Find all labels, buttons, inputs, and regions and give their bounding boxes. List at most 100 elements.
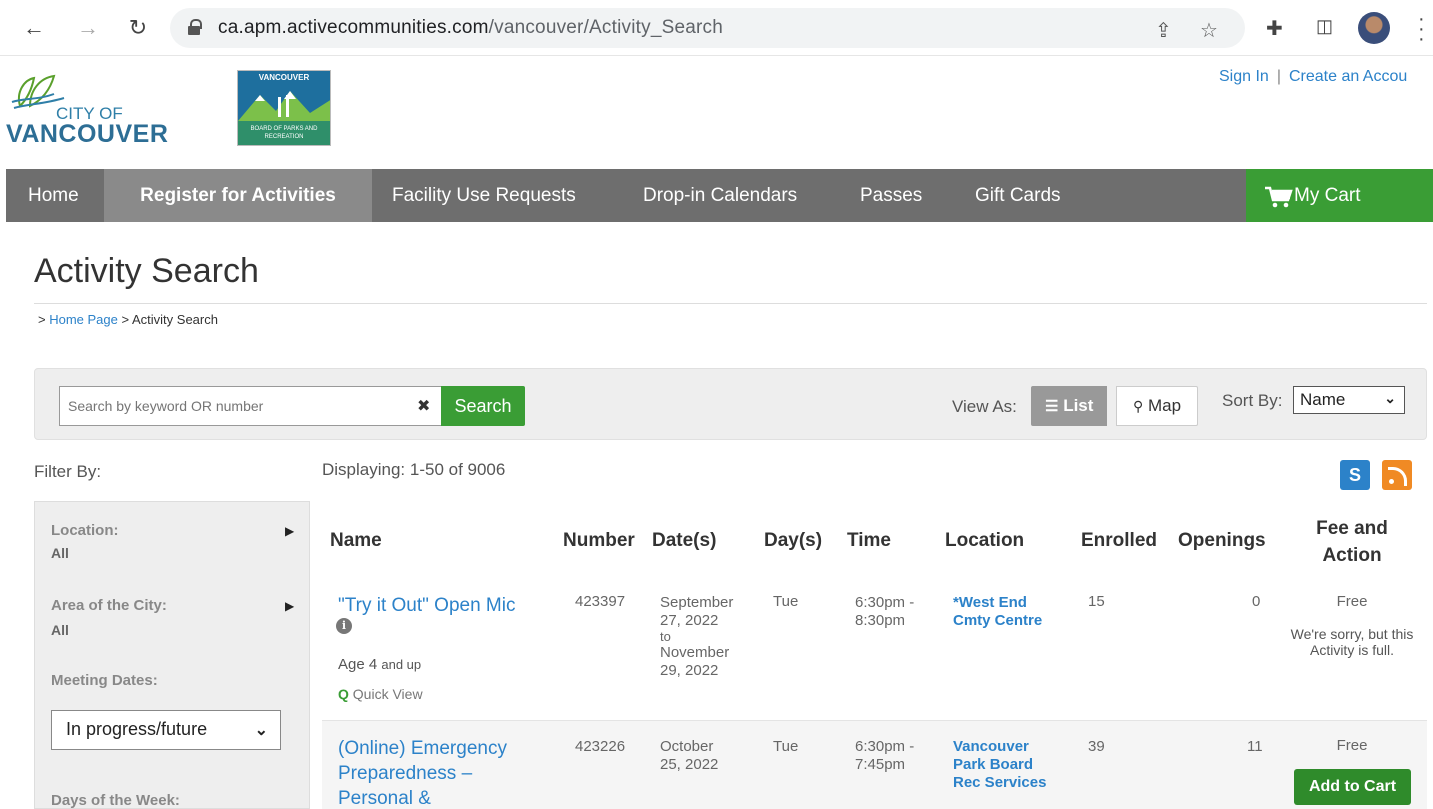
activity-location-link[interactable]: Vancouver Park Board Rec Services bbox=[953, 738, 1046, 792]
clear-search-icon[interactable]: ✖ bbox=[417, 396, 430, 416]
view-list-button[interactable]: ☰ List bbox=[1031, 386, 1108, 426]
search-input[interactable] bbox=[59, 386, 442, 426]
city-of-vancouver-logo[interactable]: CITY OF VANCOUVER bbox=[6, 68, 206, 148]
location-line: Vancouver bbox=[953, 738, 1029, 755]
column-header-openings[interactable]: Openings bbox=[1178, 530, 1266, 552]
add-to-cart-button[interactable]: Add to Cart bbox=[1294, 769, 1411, 805]
age-value: Age 4 bbox=[338, 656, 378, 673]
view-as-label: View As: bbox=[952, 397, 1017, 416]
column-header-enrolled[interactable]: Enrolled bbox=[1081, 530, 1157, 552]
filter-area-label[interactable]: Area of the City: bbox=[51, 597, 167, 614]
caret-right-icon[interactable]: ▶ bbox=[285, 524, 294, 538]
activity-location-link[interactable]: *West End Cmty Centre bbox=[953, 594, 1042, 630]
location-line: Cmty Centre bbox=[953, 612, 1043, 629]
activity-time: 6:30pm - 7:45pm bbox=[855, 738, 914, 774]
meeting-dates-select[interactable]: In progress/future ⌄ bbox=[51, 710, 281, 750]
filter-location-label[interactable]: Location: bbox=[51, 522, 119, 539]
search-button[interactable]: Search bbox=[441, 386, 525, 426]
results-count: Displaying: 1-50 of 9006 bbox=[322, 460, 506, 479]
park-board-logo-title: VANCOUVER bbox=[258, 73, 310, 82]
page-title: Activity Search bbox=[34, 252, 259, 290]
my-cart-button[interactable]: My Cart bbox=[1246, 169, 1433, 222]
breadcrumb-home-link[interactable]: Home Page bbox=[49, 312, 118, 327]
chevron-down-icon: ⌄ bbox=[1384, 390, 1396, 406]
lock-icon bbox=[188, 19, 202, 35]
quick-view-link[interactable]: Q Quick View bbox=[338, 686, 423, 702]
back-arrow-icon[interactable]: ← bbox=[20, 14, 48, 42]
activity-name-link[interactable]: "Try it Out" Open Mic bbox=[338, 593, 516, 618]
extensions-icon[interactable]: ✚ bbox=[1266, 16, 1283, 41]
activity-number: 423397 bbox=[575, 593, 626, 610]
activity-number: 423226 bbox=[575, 738, 626, 755]
view-map-button[interactable]: ⚲ Map bbox=[1116, 386, 1198, 426]
side-panel-icon[interactable]: ◫ bbox=[1316, 16, 1333, 37]
rss-icon[interactable] bbox=[1382, 460, 1412, 490]
date-line: 27, 2022 bbox=[660, 612, 719, 629]
nav-home[interactable]: Home bbox=[6, 169, 101, 222]
chevron-down-icon: ⌄ bbox=[254, 722, 268, 739]
share-link-icon[interactable]: S bbox=[1340, 460, 1370, 490]
column-header-dates[interactable]: Date(s) bbox=[652, 530, 716, 552]
nav-register-for-activities[interactable]: Register for Activities bbox=[104, 169, 372, 222]
filter-location-value: All bbox=[51, 545, 69, 561]
filter-days-label: Days of the Week: bbox=[51, 792, 180, 809]
search-toolbar: ✖ Search View As: ☰ List ⚲ Map Sort By: … bbox=[34, 368, 1427, 440]
main-navigation: Home Register for Activities Facility Us… bbox=[6, 169, 1433, 222]
nav-passes[interactable]: Passes bbox=[860, 169, 922, 222]
browser-toolbar: ← → ↻ ca.apm.activecommunities.com/vanco… bbox=[0, 0, 1433, 56]
age-range: Age 4 and up bbox=[338, 656, 421, 673]
column-header-location[interactable]: Location bbox=[945, 530, 1024, 552]
caret-right-icon[interactable]: ▶ bbox=[285, 599, 294, 613]
date-line: 29, 2022 bbox=[660, 662, 719, 679]
activity-time: 6:30pm - 8:30pm bbox=[855, 594, 914, 630]
time-line: 7:45pm bbox=[855, 756, 906, 773]
view-map-label: Map bbox=[1147, 396, 1182, 415]
time-line: 8:30pm bbox=[855, 612, 906, 629]
location-line: Rec Services bbox=[953, 774, 1047, 791]
my-cart-label: My Cart bbox=[1294, 185, 1361, 206]
date-line: October bbox=[660, 738, 714, 755]
breadcrumb-current: > Activity Search bbox=[121, 312, 218, 327]
openings-count: 0 bbox=[1252, 593, 1261, 610]
info-icon[interactable]: i bbox=[336, 618, 352, 634]
star-icon[interactable]: ☆ bbox=[1200, 18, 1218, 43]
share-icon[interactable]: ⇪ bbox=[1155, 18, 1172, 43]
map-pin-icon: ⚲ bbox=[1132, 398, 1144, 414]
column-header-fee: Fee and Action bbox=[1302, 515, 1402, 569]
nav-drop-in-calendars[interactable]: Drop-in Calendars bbox=[643, 169, 797, 222]
breadcrumb-prefix: > bbox=[38, 312, 46, 327]
column-header-days[interactable]: Day(s) bbox=[764, 530, 822, 552]
activity-name-line: (Online) Emergency bbox=[338, 738, 507, 759]
column-header-time[interactable]: Time bbox=[847, 530, 891, 552]
filter-by-heading: Filter By: bbox=[34, 462, 102, 481]
browser-menu-icon[interactable]: · · · bbox=[1418, 9, 1425, 49]
sort-by-select[interactable]: Name ⌄ bbox=[1293, 386, 1405, 414]
column-header-number[interactable]: Number bbox=[563, 530, 635, 552]
activity-dates: September 27, 2022 to November 29, 2022 bbox=[660, 594, 733, 680]
fee-value: Free bbox=[1336, 593, 1368, 610]
list-icon: ☰ bbox=[1045, 398, 1059, 415]
reload-icon[interactable]: ↻ bbox=[124, 14, 152, 42]
column-header-name[interactable]: Name bbox=[330, 530, 382, 552]
enrolled-count: 15 bbox=[1088, 593, 1105, 610]
nav-gift-cards[interactable]: Gift Cards bbox=[975, 169, 1061, 222]
nav-facility-use-requests[interactable]: Facility Use Requests bbox=[392, 169, 576, 222]
filter-panel: Location: All ▶ Area of the City: All ▶ … bbox=[34, 501, 310, 809]
create-account-link[interactable]: Create an Accou bbox=[1289, 68, 1407, 85]
time-line: 6:30pm - bbox=[855, 594, 915, 611]
forward-arrow-icon[interactable]: → bbox=[74, 14, 102, 42]
quick-view-label: Quick View bbox=[352, 686, 423, 702]
sort-by-value: Name bbox=[1300, 390, 1346, 409]
account-links: Sign In | Create an Accou bbox=[1219, 68, 1407, 86]
title-divider bbox=[34, 303, 1427, 304]
sign-in-link[interactable]: Sign In bbox=[1219, 68, 1269, 85]
activity-name-line: Preparedness – bbox=[338, 763, 473, 784]
activity-name-link[interactable]: (Online) Emergency Preparedness – Person… bbox=[338, 736, 507, 809]
logo-vancouver-text: VANCOUVER bbox=[6, 120, 169, 148]
fee-value: Free bbox=[1336, 737, 1368, 754]
park-board-logo[interactable]: VANCOUVER BOARD OF PARKS AND RECREATION bbox=[237, 70, 331, 146]
profile-avatar[interactable] bbox=[1358, 12, 1390, 44]
address-bar[interactable]: ca.apm.activecommunities.com/vancouver/A… bbox=[170, 8, 1245, 48]
activity-days: Tue bbox=[773, 738, 799, 755]
fee-header-line: Action bbox=[1322, 545, 1382, 566]
